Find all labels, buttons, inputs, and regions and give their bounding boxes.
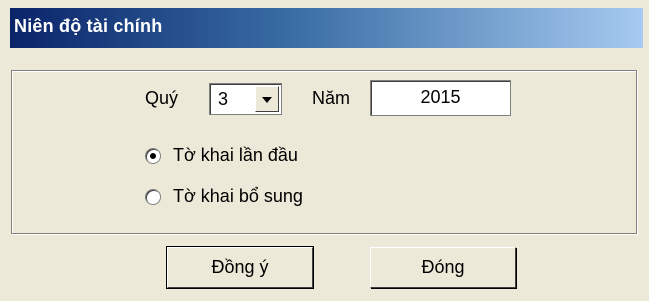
quarter-select-value: 3 bbox=[218, 89, 229, 109]
financial-period-dialog: Niên độ tài chính Quý 3 Năm 2015 Tờ khai… bbox=[0, 0, 649, 301]
quarter-label: Quý bbox=[145, 88, 179, 108]
quarter-select[interactable]: 3 bbox=[209, 83, 282, 115]
year-label: Năm bbox=[312, 88, 351, 108]
chevron-down-icon bbox=[262, 97, 272, 103]
year-input[interactable]: 2015 bbox=[370, 80, 511, 116]
radio-supplementary-declaration[interactable]: Tờ khai bổ sung bbox=[145, 186, 405, 210]
radio-supplementary-declaration-button[interactable] bbox=[145, 189, 161, 205]
quarter-dropdown-button[interactable] bbox=[255, 86, 279, 112]
radio-supplementary-declaration-label: Tờ khai bổ sung bbox=[173, 186, 303, 206]
title-bar[interactable]: Niên độ tài chính bbox=[10, 8, 643, 48]
close-button[interactable]: Đóng bbox=[370, 247, 516, 288]
radio-first-declaration[interactable]: Tờ khai lần đầu bbox=[145, 145, 405, 169]
radio-checked-dot bbox=[150, 153, 156, 159]
window-title: Niên độ tài chính bbox=[14, 16, 163, 36]
radio-first-declaration-label: Tờ khai lần đầu bbox=[173, 145, 298, 165]
ok-button[interactable]: Đồng ý bbox=[166, 246, 314, 289]
radio-first-declaration-button[interactable] bbox=[145, 148, 161, 164]
